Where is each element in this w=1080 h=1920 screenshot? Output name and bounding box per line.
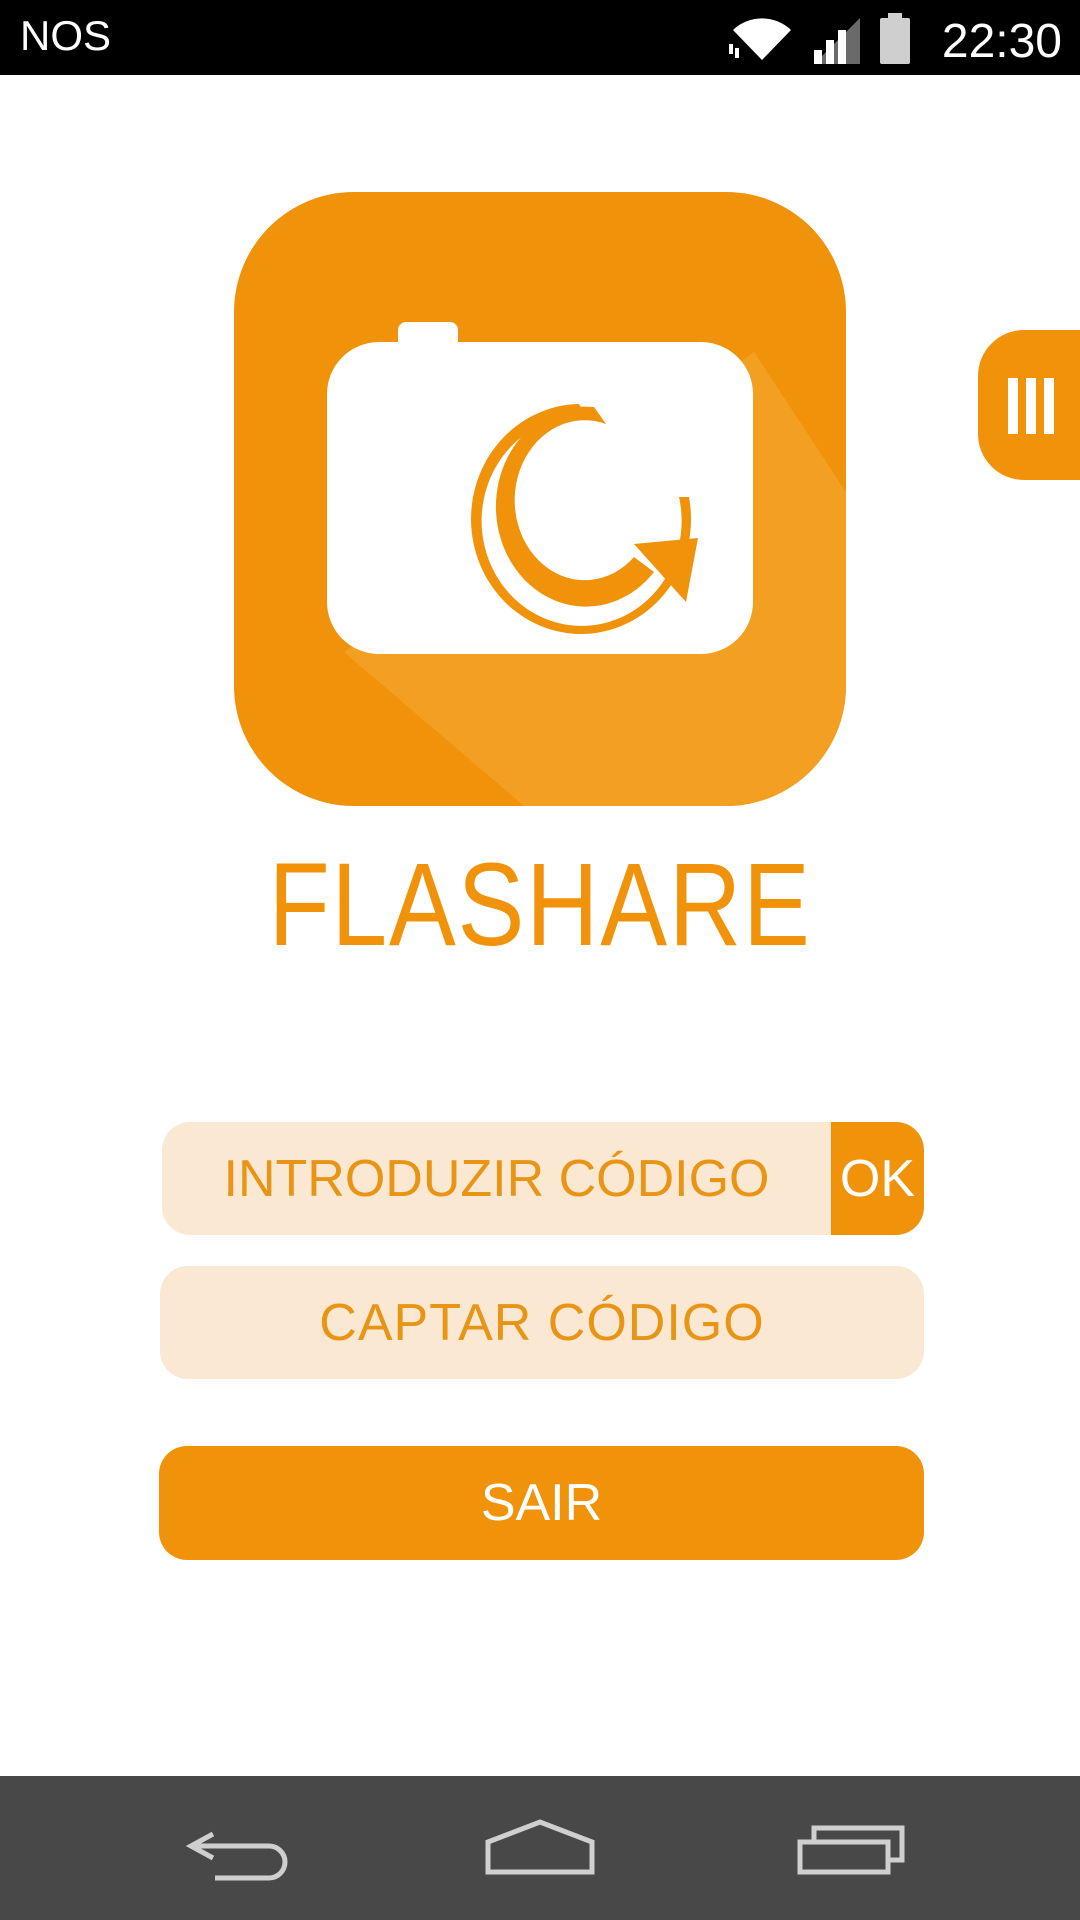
menu-bars-icon (1008, 378, 1054, 434)
back-button[interactable] (130, 1776, 350, 1920)
ok-button[interactable]: OK (831, 1122, 924, 1235)
battery-icon (880, 13, 910, 64)
code-entry-row: OK (162, 1122, 924, 1235)
wifi-icon (729, 18, 791, 60)
back-icon (185, 1831, 288, 1881)
carrier-name: NOS (20, 12, 112, 59)
exit-button[interactable]: SAIR (159, 1446, 924, 1560)
screen: NOS 22:30 FLASHARE INTRODUZIR CÓDIGO OK … (0, 0, 1080, 1920)
recents-button[interactable] (740, 1776, 960, 1920)
status-bar: NOS 22:30 (0, 0, 1080, 75)
brand-name: FLASHARE (268, 839, 812, 971)
home-button[interactable] (430, 1776, 650, 1920)
clock: 22:30 (941, 15, 1062, 68)
home-icon (485, 1819, 595, 1875)
side-menu-tab[interactable] (978, 330, 1080, 480)
code-input[interactable] (162, 1122, 831, 1235)
camera-share-icon (234, 192, 846, 806)
signal-icon (814, 18, 860, 64)
capture-code-button[interactable]: CAPTAR CÓDIGO (160, 1266, 924, 1379)
navigation-bar (0, 1776, 1080, 1920)
recents-icon (797, 1825, 905, 1875)
